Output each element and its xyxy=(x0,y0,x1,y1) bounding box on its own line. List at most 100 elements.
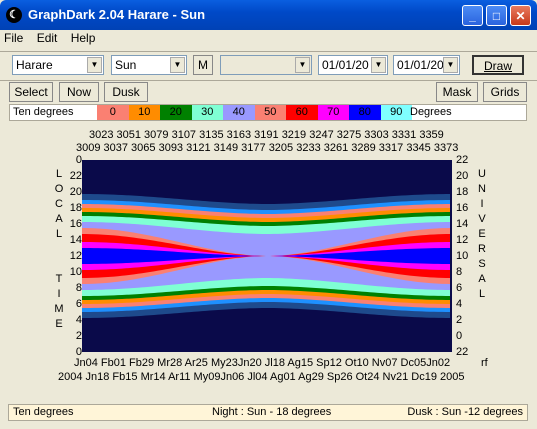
axis-tick: 12 xyxy=(456,234,469,246)
right-axis-ticks: 22 20 18 16 14 12 10 8 6 4 2 0 22 xyxy=(456,154,472,358)
title-letter: I xyxy=(480,198,484,210)
title-letter: E xyxy=(478,228,486,240)
axis-tick: 2 xyxy=(456,314,463,326)
menu-edit[interactable]: Edit xyxy=(37,31,58,45)
axis-tick: 10 xyxy=(69,266,82,278)
title-letter: L xyxy=(478,288,486,300)
location-value: Harare xyxy=(16,58,53,72)
dusk-button[interactable]: Dusk xyxy=(104,82,148,102)
legend-step-90: 90 xyxy=(380,105,412,120)
legend-step-20: 20 xyxy=(160,105,192,120)
axis-tick: 8 xyxy=(456,266,463,278)
axis-tick: 20 xyxy=(456,170,469,182)
window-title: GraphDark 2.04 Harare - Sun xyxy=(28,7,206,22)
axis-tick: 0 xyxy=(456,330,463,342)
legend-step-10: 10 xyxy=(128,105,160,120)
divider xyxy=(0,80,537,81)
date-from-value: 01/01/20 xyxy=(322,58,369,72)
divider xyxy=(0,51,537,52)
now-button[interactable]: Now xyxy=(59,82,99,102)
title-letter xyxy=(53,243,65,258)
body-select[interactable]: Sun ▼ xyxy=(111,55,187,75)
bottom-dates-row1: Jn04 Fb01 Fb29 Mr28 Ar25 My23Jn20 Jl18 A… xyxy=(74,357,451,369)
legend-step-40: 40 xyxy=(223,105,255,120)
title-letter: A xyxy=(478,273,486,285)
m-button[interactable]: M xyxy=(193,55,213,75)
legend-step-80: 80 xyxy=(349,105,381,120)
menu-help[interactable]: Help xyxy=(71,31,96,45)
date-to-value: 01/01/20 xyxy=(397,58,444,72)
title-letter: L xyxy=(55,168,63,180)
app-icon: ☾ xyxy=(6,7,22,23)
body-value: Sun xyxy=(115,58,137,72)
bottom-dates-row2: 2004 Jn18 Fb15 Mr14 Ar11 My09Jn06 Jl04 A… xyxy=(58,371,465,383)
title-letter: C xyxy=(55,198,63,210)
status-left: Ten degrees xyxy=(13,406,74,418)
title-letter xyxy=(53,258,65,273)
axis-tick: 16 xyxy=(456,202,469,214)
legend-right-label: Degrees xyxy=(410,106,452,118)
universal-title: UNIVERSAL xyxy=(476,168,488,303)
axis-tick: 6 xyxy=(456,282,463,294)
title-letter: R xyxy=(478,243,486,255)
date-to-picker[interactable]: 01/01/20 ▼ xyxy=(393,55,460,75)
date-from-picker[interactable]: 01/01/20 ▼ xyxy=(318,55,388,75)
title-letter: V xyxy=(478,213,486,225)
legend-step-0: 0 xyxy=(97,105,129,120)
axis-tick: 18 xyxy=(69,202,82,214)
status-night: Night : Sun - 18 degrees xyxy=(212,406,332,418)
select-button[interactable]: Select xyxy=(9,82,53,102)
daylight-contour-plot xyxy=(82,160,452,352)
status-bar: Ten degrees Night : Sun - 18 degrees Dus… xyxy=(8,404,528,421)
grids-button[interactable]: Grids xyxy=(483,82,527,102)
blank-select[interactable]: ▼ xyxy=(220,55,312,75)
axis-tick: 12 xyxy=(69,250,82,262)
title-letter: E xyxy=(55,318,63,330)
left-axis-ticks: 0 22 20 18 16 14 12 10 8 6 4 2 0 xyxy=(66,154,82,358)
chevron-down-icon[interactable]: ▼ xyxy=(87,57,102,73)
axis-tick: 22 xyxy=(456,346,469,358)
draw-button[interactable]: Draw xyxy=(472,55,524,75)
mask-button[interactable]: Mask xyxy=(436,82,478,102)
local-time-title: LOCAL TIME xyxy=(53,168,65,333)
chevron-down-icon[interactable]: ▼ xyxy=(371,57,386,73)
maximize-button[interactable]: □ xyxy=(486,5,507,26)
title-letter: M xyxy=(54,303,64,315)
axis-tick: 22 xyxy=(69,170,82,182)
legend-step-50: 50 xyxy=(254,105,286,120)
title-letter: O xyxy=(54,183,64,195)
bottom-dates-tail: rf xyxy=(481,357,488,369)
title-letter: S xyxy=(478,258,486,270)
top-days-row2: 3009 3037 3065 3093 3121 3149 3177 3205 … xyxy=(76,142,459,154)
menu-bar: File Edit Help xyxy=(4,31,105,49)
title-letter: A xyxy=(55,213,63,225)
axis-tick: 14 xyxy=(456,218,469,230)
minimize-button[interactable]: _ xyxy=(462,5,483,26)
legend-left-label: Ten degrees xyxy=(13,106,74,118)
axis-tick: 18 xyxy=(456,186,469,198)
close-button[interactable]: ✕ xyxy=(510,5,531,26)
chevron-down-icon[interactable]: ▼ xyxy=(170,57,185,73)
axis-tick: 14 xyxy=(69,234,82,246)
title-letter: I xyxy=(57,288,61,300)
title-letter: T xyxy=(55,273,63,285)
axis-tick: 20 xyxy=(69,186,82,198)
status-dusk: Dusk : Sun -12 degrees xyxy=(407,406,523,418)
menu-file[interactable]: File xyxy=(4,31,23,45)
title-bar: ☾ GraphDark 2.04 Harare - Sun _ □ ✕ xyxy=(0,0,537,30)
top-days-row1: 3023 3051 3079 3107 3135 3163 3191 3219 … xyxy=(89,129,444,141)
color-legend: Ten degrees 0 10 20 30 40 50 60 70 80 90 Degrees xyxy=(9,104,527,121)
legend-step-70: 70 xyxy=(317,105,349,120)
axis-tick: 10 xyxy=(456,250,469,262)
title-letter: U xyxy=(478,168,486,180)
axis-tick: 4 xyxy=(456,298,463,310)
axis-tick: 16 xyxy=(69,218,82,230)
title-letter: L xyxy=(55,228,63,240)
chevron-down-icon[interactable]: ▼ xyxy=(295,57,310,73)
legend-step-30: 30 xyxy=(191,105,223,120)
location-select[interactable]: Harare ▼ xyxy=(12,55,104,75)
axis-tick: 22 xyxy=(456,154,469,166)
chevron-down-icon[interactable]: ▼ xyxy=(443,57,458,73)
draw-label: Draw xyxy=(483,59,512,73)
legend-step-60: 60 xyxy=(286,105,318,120)
